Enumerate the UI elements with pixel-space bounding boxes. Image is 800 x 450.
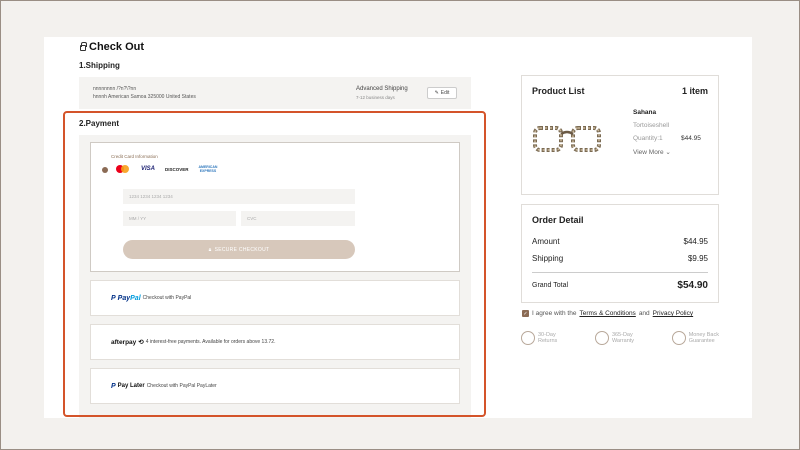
terms-agreement: ✓ I agree with the Terms & Conditions an… xyxy=(522,310,693,317)
shield-icon xyxy=(594,331,609,345)
edit-shipping-button[interactable]: ✎ Edit xyxy=(427,87,457,99)
afterpay-arrow-icon: ⟲ xyxy=(138,339,144,346)
money-back-badge: Money Back Guarantee xyxy=(671,331,719,345)
page-title-text: Check Out xyxy=(89,41,145,53)
paypal-logo-b: Pal xyxy=(130,294,141,302)
lock-icon xyxy=(80,42,87,51)
returns-badge: 30-Day Returns xyxy=(521,331,557,345)
shipping-method: Advanced Shipping xyxy=(356,86,408,92)
glasses-image xyxy=(533,126,601,152)
agree-checkbox[interactable]: ✓ xyxy=(522,310,529,317)
returns-line2: Returns xyxy=(538,338,558,344)
product-count: 1 item xyxy=(681,86,708,96)
product-quantity: Quantity:1 xyxy=(633,135,663,142)
total-row: Grand Total $54.90 xyxy=(532,280,708,291)
returns-icon xyxy=(521,331,535,345)
shipping-summary: nnnnnnnn /?n?\?nn hnnnh American Samoa 3… xyxy=(79,77,471,109)
secure-checkout-button[interactable]: 🔒︎ SECURE CHECKOUT xyxy=(123,240,355,259)
amount-row: Amount $44.95 xyxy=(532,237,708,246)
payment-heading: 2.Payment xyxy=(79,119,120,128)
amex-icon: AMERICAN EXPRESS xyxy=(198,165,218,173)
afterpay-option[interactable]: afterpay ⟲ 4 interest-free payments. Ava… xyxy=(90,324,460,360)
returns-text: 30-Day Returns xyxy=(538,332,557,344)
order-detail-card: Order Detail Amount $44.95 Shipping $9.9… xyxy=(521,204,719,303)
shipping-name: nnnnnnnn /?n?\?nn xyxy=(93,86,137,92)
product-price: $44.95 xyxy=(681,135,701,142)
warranty-badge: 365-Day Warranty xyxy=(594,331,634,345)
total-label: Grand Total xyxy=(532,282,569,289)
view-more-label: View More xyxy=(633,149,664,156)
order-detail-title: Order Detail xyxy=(532,215,584,225)
credit-card-panel[interactable]: Credit Card Information VISA DISCOVER AM… xyxy=(90,142,460,272)
checkout-page: Check Out 1.Shipping nnnnnnnn /?n?\?nn h… xyxy=(44,37,752,418)
total-value: $54.90 xyxy=(677,280,708,291)
edit-label: Edit xyxy=(440,90,450,96)
expiry-input[interactable]: MM / YY xyxy=(123,211,236,226)
card-number-input[interactable]: 1234 1234 1234 1234 xyxy=(123,189,355,204)
warranty-line2: Warranty xyxy=(611,338,635,344)
visa-icon: VISA xyxy=(141,166,156,172)
paypal-icon: P xyxy=(111,382,116,390)
paylater-logo: Pay Later xyxy=(117,383,145,389)
agree-and: and xyxy=(638,310,650,317)
paypal-logo-a: Pay xyxy=(117,294,131,302)
shipping-value: $9.95 xyxy=(687,254,708,263)
shipping-days: 7-12 business days xyxy=(356,95,395,100)
page-title: Check Out xyxy=(80,41,144,53)
amount-label: Amount xyxy=(532,237,560,246)
card-info-label: Credit Card Information xyxy=(111,154,158,159)
agree-prefix: I agree with the xyxy=(532,310,577,317)
product-name: Sahana xyxy=(633,109,657,116)
paypal-text: Checkout with PayPal xyxy=(142,295,192,301)
privacy-link[interactable]: Privacy Policy xyxy=(653,310,693,317)
shipping-address: hnnnh American Samoa 325000 United State… xyxy=(93,94,196,100)
paypal-logo: PayPal xyxy=(118,295,141,302)
money-back-line2: Guarantee xyxy=(688,338,715,344)
product-list-title: Product List xyxy=(532,86,585,96)
warranty-text: 365-Day Warranty xyxy=(612,332,634,344)
money-back-icon xyxy=(671,331,686,345)
paylater-option[interactable]: P Pay Later Checkout with PayPal PayLate… xyxy=(90,368,460,404)
afterpay-logo: afterpay xyxy=(111,338,137,346)
card-radio[interactable] xyxy=(102,167,108,173)
terms-link[interactable]: Terms & Conditions xyxy=(579,310,635,317)
product-color: Tortoiseshell xyxy=(633,122,670,129)
money-back-text: Money Back Guarantee xyxy=(689,332,719,344)
product-list-card: Product List 1 item Sahana Tortoiseshell… xyxy=(521,75,719,195)
discover-icon: DISCOVER xyxy=(165,166,189,172)
secure-checkout-label: SECURE CHECKOUT xyxy=(214,246,270,253)
shipping-heading: 1.Shipping xyxy=(79,61,120,70)
trust-badges: 30-Day Returns 365-Day Warranty Money Back… xyxy=(521,331,719,345)
paypal-option[interactable]: P PayPal Checkout with PayPal xyxy=(90,280,460,316)
card-brand-logos: VISA DISCOVER AMERICAN EXPRESS xyxy=(115,164,217,174)
payment-section: Credit Card Information VISA DISCOVER AM… xyxy=(79,135,471,418)
divider xyxy=(532,272,708,273)
amount-value: $44.95 xyxy=(683,237,708,246)
mastercard-icon xyxy=(115,164,131,174)
paylater-text: Checkout with PayPal PayLater xyxy=(146,383,217,389)
shipping-label: Shipping xyxy=(532,254,564,263)
chevron-down-icon: ⌄ xyxy=(665,149,671,156)
lock-icon: 🔒︎ xyxy=(208,246,212,253)
view-more-link[interactable]: View More ⌄ xyxy=(633,148,671,156)
paypal-icon: P xyxy=(111,294,116,302)
pencil-icon: ✎ xyxy=(434,90,439,96)
cvc-input[interactable]: CVC xyxy=(241,211,355,226)
afterpay-text: 4 interest-free payments. Available for … xyxy=(145,339,276,345)
shipping-row: Shipping $9.95 xyxy=(532,254,708,263)
